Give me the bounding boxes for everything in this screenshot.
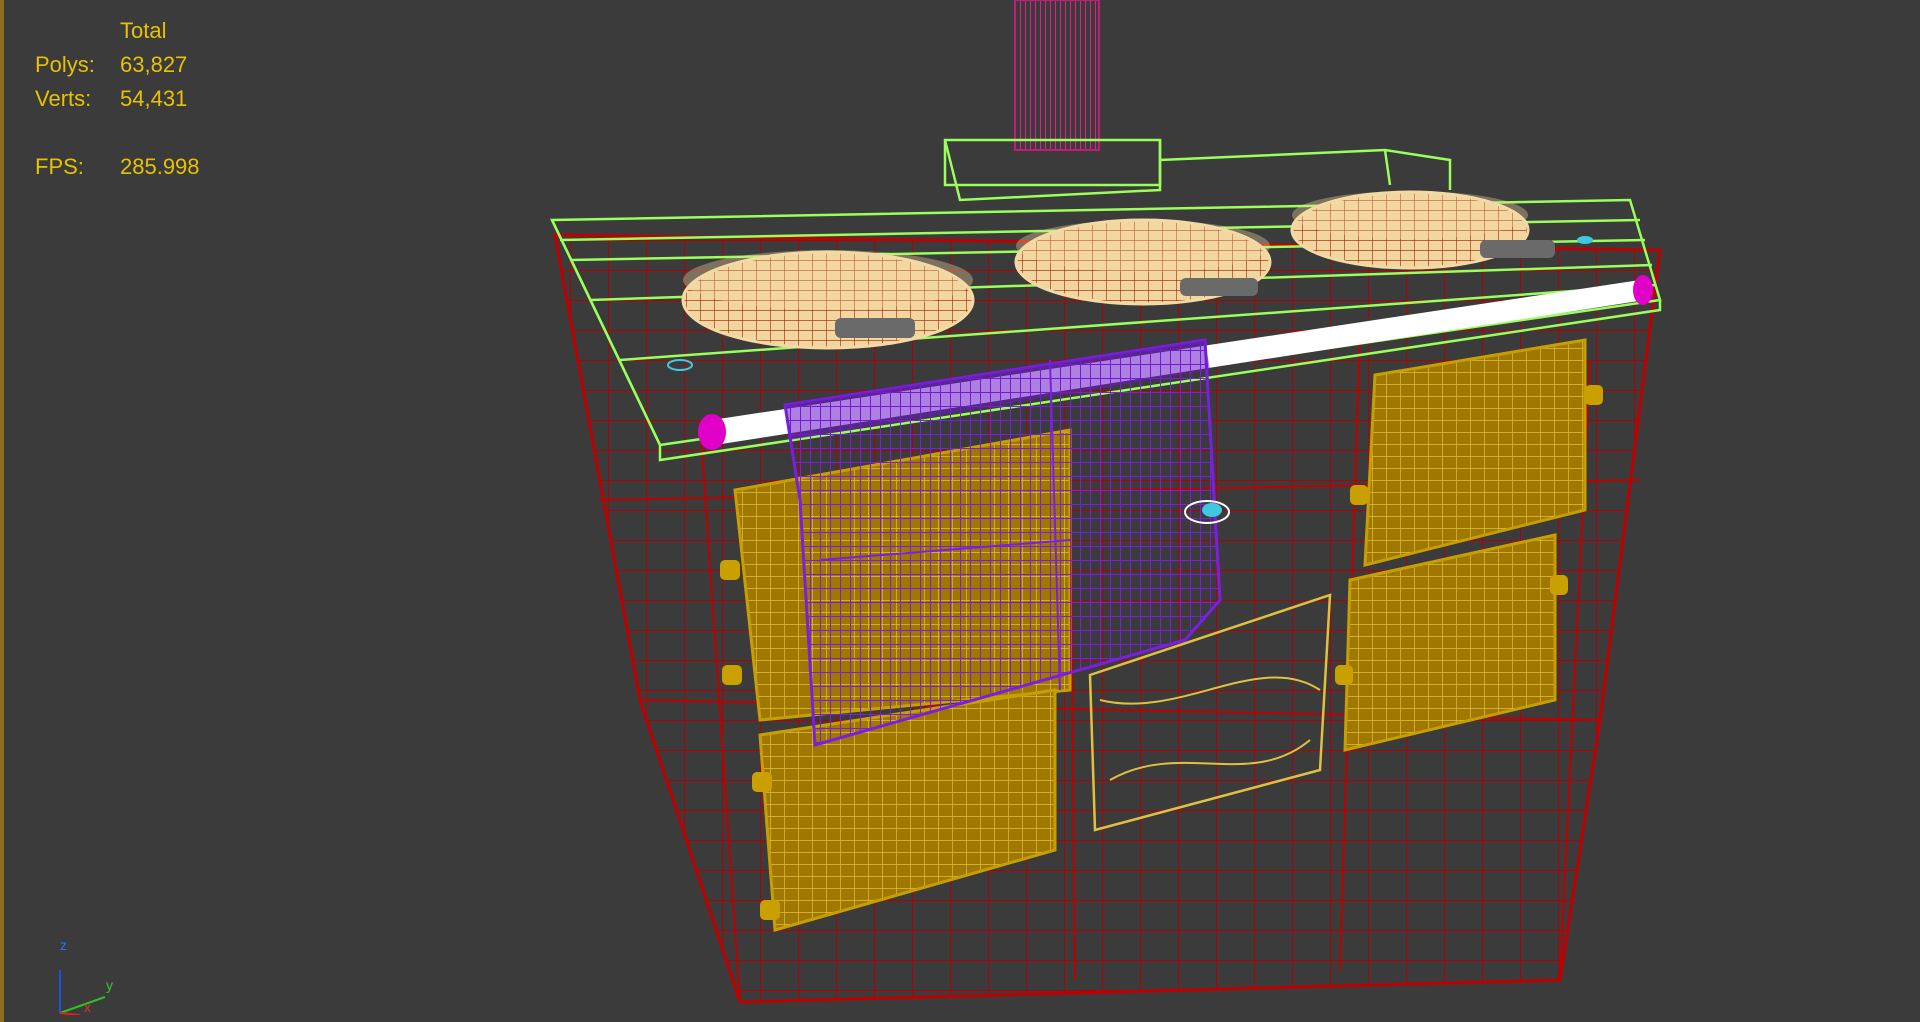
verts-label: Verts:: [35, 86, 92, 111]
rail-cap-right: [1633, 275, 1653, 305]
hotplate-lid-left[interactable]: [681, 250, 975, 350]
stats-header: Total: [120, 18, 167, 43]
fps-label: FPS:: [35, 154, 84, 179]
rail-cap-left: [698, 414, 726, 450]
polys-label: Polys:: [35, 52, 95, 77]
axis-x-label: x: [84, 999, 91, 1015]
hotplate-lid-middle[interactable]: [1014, 218, 1272, 306]
axis-tripod-icon: z y x: [50, 935, 130, 1016]
polys-value: 63,827: [120, 52, 188, 77]
verts-value: 54,431: [120, 86, 188, 111]
flue-pipe[interactable]: [1014, 0, 1100, 151]
fps-value: 285.998: [120, 154, 200, 179]
3d-viewport[interactable]: Total Polys: 63,827 Verts: 54,431 FPS: 2…: [0, 0, 1920, 1022]
wireframe-scene[interactable]: [0, 0, 1920, 1022]
helper-marker-right: [1577, 236, 1593, 244]
axis-y-label: y: [106, 977, 113, 993]
axis-z-label: z: [60, 937, 67, 953]
